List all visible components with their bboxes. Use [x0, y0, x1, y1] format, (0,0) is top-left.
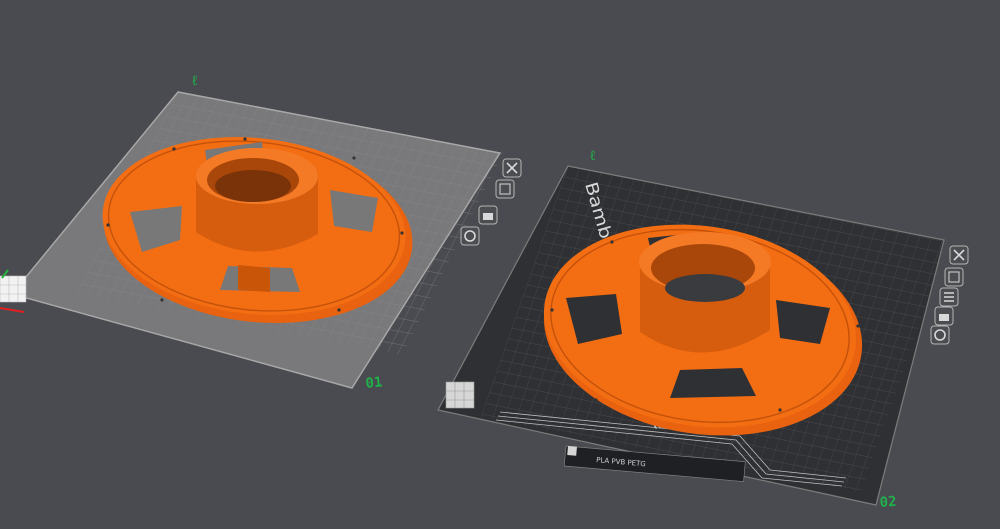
plate-02-close-icon[interactable] — [949, 245, 969, 265]
plate-01-number: 01 — [365, 374, 383, 392]
plate-02-plate-list-icon[interactable] — [939, 287, 959, 307]
plate-01-close-icon[interactable] — [502, 158, 522, 178]
plate-02-number: 02 — [879, 494, 897, 511]
plate-02-edge-marker: ℓ — [589, 148, 596, 164]
plate-02-lock-icon[interactable] — [934, 306, 954, 326]
3d-viewport[interactable]: ℓ 01 ℓ PLA PVB PETG 02 — [0, 0, 1000, 529]
plate-02-auto-arrange-icon[interactable] — [944, 267, 964, 287]
axis-origin-icon — [0, 269, 27, 313]
plate-01-settings-gear-icon[interactable] — [460, 226, 480, 246]
build-plate-01[interactable]: ℓ 01 — [0, 73, 522, 392]
plate-01-edge-marker: ℓ — [191, 73, 198, 89]
build-plate-02[interactable]: ℓ Bambu Textured PEI Plate PLA PVB PETG — [437, 148, 969, 511]
plate-01-auto-arrange-icon[interactable] — [495, 179, 515, 199]
plate-01-lock-icon[interactable] — [478, 205, 498, 225]
plate-02-settings-gear-icon[interactable] — [930, 325, 950, 345]
